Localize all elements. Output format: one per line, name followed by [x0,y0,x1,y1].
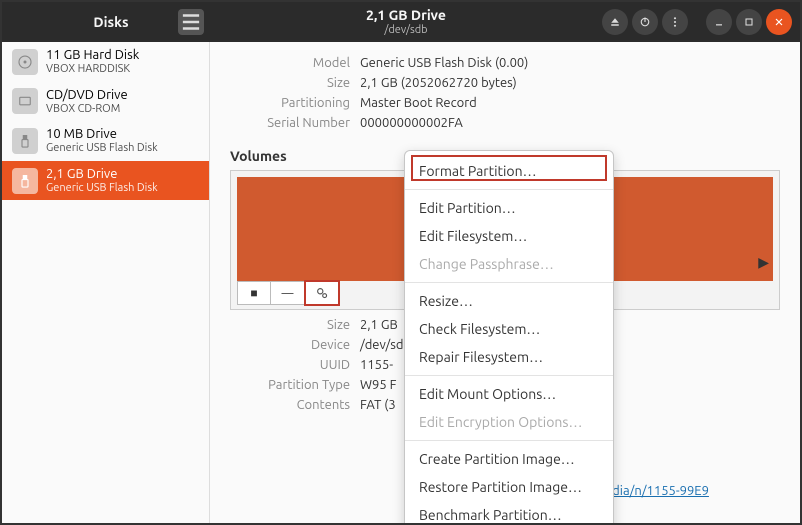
menu-resize[interactable]: Resize… [405,287,613,315]
drive-info-grid: Model Generic USB Flash Disk (0.00) Size… [230,56,780,130]
value-size: 2,1 GB (2052062720 bytes) [360,76,780,90]
menu-format-partition[interactable]: Format Partition… [405,157,613,185]
sidebar-item-label: 2,1 GB Drive [46,167,158,182]
volume-settings-button[interactable] [305,281,339,305]
mount-point-link[interactable]: edia/n/1155-99E9 [605,484,709,498]
mount-play-button[interactable]: ▶ [758,254,769,271]
value-partitioning: Master Boot Record [360,96,780,110]
minimize-button[interactable] [706,9,732,35]
minimize-icon [713,16,725,28]
sidebar-item-desc: Generic USB Flash Disk [46,182,158,195]
usb-icon [12,168,38,194]
drive-subtitle: /dev/sdb [210,24,602,36]
label-size: Size [230,76,350,90]
unmount-button[interactable]: ■ [237,281,271,305]
window-frame: Disks 2,1 GB Drive /dev/sdb 11 GB Hard [0,0,802,525]
sidebar: 11 GB Hard Disk VBOX HARDDISK CD/DVD Dri… [2,42,210,523]
sidebar-item-label: 11 GB Hard Disk [46,48,139,63]
menu-repair-filesystem[interactable]: Repair Filesystem… [405,343,613,371]
menu-separator [405,282,613,283]
drive-menu-button[interactable] [662,9,688,35]
eject-icon [609,16,621,28]
menu-edit-mount-options[interactable]: Edit Mount Options… [405,380,613,408]
sidebar-item-hdd[interactable]: 11 GB Hard Disk VBOX HARDDISK [2,42,209,82]
label-uuid: UUID [230,358,350,372]
sidebar-item-desc: Generic USB Flash Disk [46,142,158,155]
menu-create-partition-image[interactable]: Create Partition Image… [405,445,613,473]
maximize-icon [743,16,755,28]
eject-button[interactable] [602,9,628,35]
menu-check-filesystem[interactable]: Check Filesystem… [405,315,613,343]
harddisk-icon [12,49,38,75]
sidebar-item-label: 10 MB Drive [46,127,158,142]
sidebar-item-usb-small[interactable]: 10 MB Drive Generic USB Flash Disk [2,121,209,161]
hamburger-menu-button[interactable] [178,9,204,35]
menu-separator [405,440,613,441]
close-button[interactable] [766,9,792,35]
menu-edit-encryption-options: Edit Encryption Options… [405,408,613,436]
menu-separator [405,375,613,376]
menu-edit-filesystem[interactable]: Edit Filesystem… [405,222,613,250]
power-button[interactable] [632,9,658,35]
label-serial: Serial Number [230,116,350,130]
power-icon [639,16,651,28]
titlebar-center: 2,1 GB Drive /dev/sdb [210,8,602,35]
label-part-size: Size [230,318,350,332]
kebab-icon [669,16,681,28]
drive-title: 2,1 GB Drive [210,8,602,23]
hamburger-icon [178,9,204,35]
volume-settings-menu: Format Partition… Edit Partition… Edit F… [404,150,614,525]
sidebar-item-cd[interactable]: CD/DVD Drive VBOX CD-ROM [2,82,209,122]
titlebar-left: Disks [2,14,210,30]
usb-icon [12,128,38,154]
menu-edit-partition[interactable]: Edit Partition… [405,194,613,222]
label-partitioning: Partitioning [230,96,350,110]
sidebar-item-usb-selected[interactable]: 2,1 GB Drive Generic USB Flash Disk [2,161,209,201]
label-contents: Contents [230,398,350,412]
menu-separator [405,189,613,190]
label-ptype: Partition Type [230,378,350,392]
content-area: 11 GB Hard Disk VBOX HARDDISK CD/DVD Dri… [2,42,800,523]
value-serial: 000000000002FA [360,116,780,130]
label-model: Model [230,56,350,70]
menu-benchmark-partition[interactable]: Benchmark Partition… [405,501,613,525]
titlebar: Disks 2,1 GB Drive /dev/sdb [2,2,800,42]
label-device: Device [230,338,350,352]
sidebar-item-label: CD/DVD Drive [46,88,128,103]
cd-icon [12,88,38,114]
menu-restore-partition-image[interactable]: Restore Partition Image… [405,473,613,501]
sidebar-item-desc: VBOX HARDDISK [46,63,139,76]
menu-change-passphrase: Change Passphrase… [405,250,613,278]
maximize-button[interactable] [736,9,762,35]
gear-icon [315,286,329,300]
close-icon [773,16,785,28]
sidebar-item-desc: VBOX CD-ROM [46,103,128,116]
titlebar-right [602,9,800,35]
delete-partition-button[interactable]: — [271,281,305,305]
value-model: Generic USB Flash Disk (0.00) [360,56,780,70]
